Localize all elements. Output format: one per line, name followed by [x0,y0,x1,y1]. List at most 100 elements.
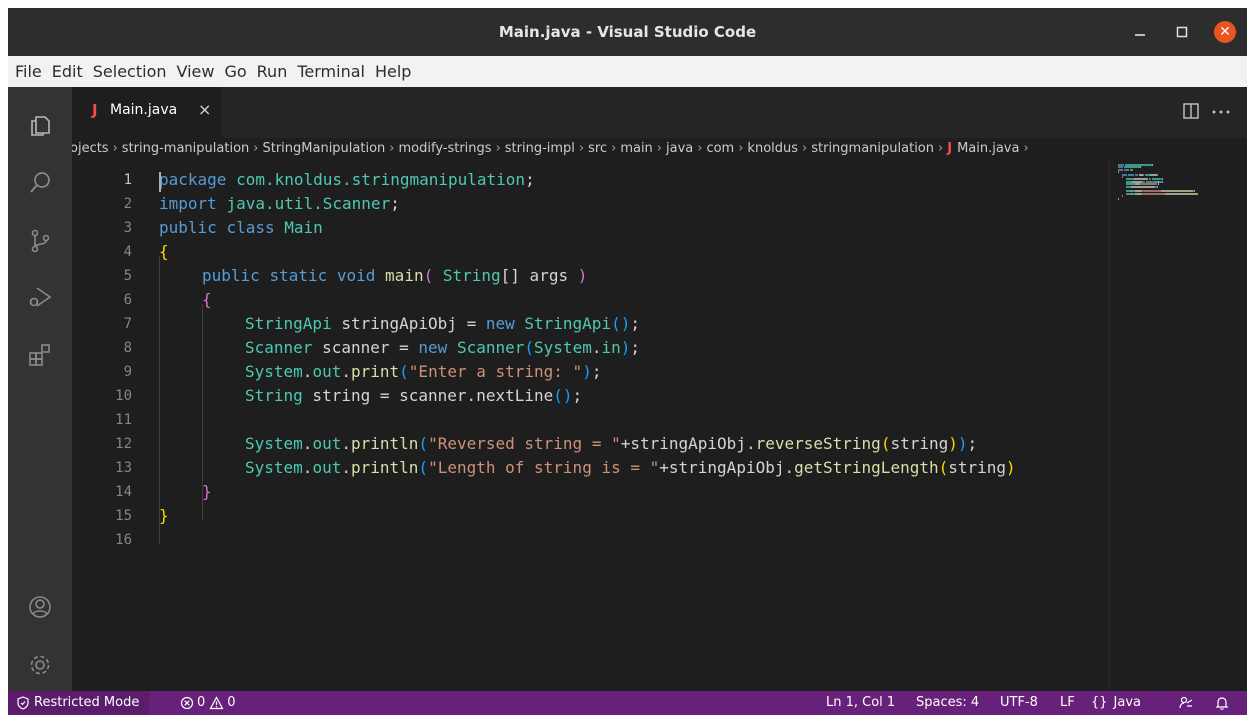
minimap-line [1118,197,1119,200]
minimap-line [1156,185,1158,188]
code-token: . [341,434,351,453]
minimap-line [1158,183,1160,186]
eol-setting[interactable]: LF [1060,691,1075,715]
breadcrumb: ojects › string-manipulation › StringManipul… [72,138,1247,160]
vscode-window: Main.java - Visual Studio Code ✕ File Ed… [8,8,1247,715]
breadcrumb-item[interactable]: src [588,141,607,156]
tab-bar: J Main.java × [72,87,1247,138]
code-token: Scanner [245,338,313,357]
code-token: public [159,218,217,237]
minimize-button[interactable] [1126,18,1154,46]
code-line: StringApi stringApiObj = new StringApi()… [245,312,640,336]
code-token: reverseString [755,434,881,453]
code-line: public class Main [159,216,323,240]
breadcrumb-separator: › [697,141,703,156]
feedback-button[interactable] [1178,691,1194,715]
minimap-line [1152,164,1154,166]
line-number: 8 [123,340,132,356]
minimap[interactable] [1109,160,1247,691]
cursor-position[interactable]: Ln 1, Col 1 [826,691,895,715]
source-control-button[interactable] [20,221,60,261]
problems-indicator[interactable]: 0 0 [180,691,236,715]
menu-file[interactable]: File [10,56,47,87]
line-number: 12 [115,436,132,452]
window-title: Main.java - Visual Studio Code [498,23,757,41]
code-token: . [302,434,313,453]
breadcrumb-item[interactable]: stringmanipulation [811,141,934,156]
breadcrumb-item[interactable]: StringManipulation [262,141,385,156]
breadcrumb-item[interactable]: com [706,141,734,156]
extensions-button[interactable] [20,335,60,375]
indentation-setting[interactable]: Spaces: 4 [916,691,979,715]
code-token: string [948,458,1007,477]
notifications-button[interactable] [1214,691,1230,715]
code-token: ; [572,386,583,405]
breadcrumb-item[interactable]: java [666,141,693,156]
run-debug-icon [29,287,52,307]
code-token: . [341,362,351,381]
code-token: new [418,338,448,357]
code-line: import java.util.Scanner; [159,192,400,216]
line-number: 1 [123,172,132,188]
restricted-mode-indicator[interactable]: Restricted Mode [8,691,150,715]
menu-terminal[interactable]: Terminal [292,56,370,87]
minimap-line [1128,173,1134,176]
code-token: System [534,338,592,357]
code-line: System.out.println("Length of string is … [245,456,1016,480]
explorer-button[interactable] [20,105,60,145]
source-control-icon [31,229,50,253]
menu-help[interactable]: Help [370,56,416,87]
run-debug-button[interactable] [20,277,60,317]
code-token: { [159,242,169,261]
manage-gear-icon [30,655,50,675]
menu-view[interactable]: View [172,56,220,87]
breadcrumb-item[interactable]: string-manipulation [122,141,249,156]
java-file-icon: J [92,101,98,119]
code-editor[interactable]: 1 2 3 4 5 6 7 8 9 10 11 12 13 14 15 16 package com.knol… [72,160,1109,691]
menu-go[interactable]: Go [219,56,251,87]
breadcrumb-item[interactable]: Main.java [957,141,1019,156]
search-button[interactable] [20,163,60,203]
code-token: string = scanner.nextLine [302,386,554,405]
code-token: scanner = [312,338,419,357]
more-actions-button[interactable] [1210,102,1232,124]
minimap-line [1177,192,1191,195]
error-icon [180,696,194,710]
maximize-button[interactable] [1168,18,1196,46]
menu-edit[interactable]: Edit [47,56,88,87]
code-token: ; [630,314,640,333]
text-cursor [159,172,161,192]
menu-bar: File Edit Selection View Go Run Terminal… [8,56,1247,87]
breadcrumb-item[interactable]: knoldus [747,141,798,156]
tab-main-java[interactable]: J Main.java × [72,87,222,138]
menu-run[interactable]: Run [252,56,293,87]
account-button[interactable] [20,587,60,627]
code-token: public [202,266,260,285]
split-editor-button[interactable] [1182,102,1200,124]
breadcrumb-separator: › [938,141,944,156]
bell-icon [1215,697,1229,710]
code-token: ( [880,434,891,453]
breadcrumb-item[interactable]: ojects [72,141,109,156]
code-token: main [385,266,424,285]
code-token: System [245,362,303,381]
manage-button[interactable] [20,645,60,685]
code-token: stringApiObj = [331,314,486,333]
breadcrumb-item[interactable]: string-impl [505,141,575,156]
close-window-button[interactable]: ✕ [1211,18,1239,46]
language-mode[interactable]: {} Java [1091,691,1141,715]
error-count: 0 [197,695,206,710]
code-token: +stringApiObj. [659,458,795,477]
encoding-setting[interactable]: UTF-8 [1000,691,1038,715]
breadcrumb-item[interactable]: modify-strings [398,141,491,156]
code-token: ; [591,362,602,381]
breadcrumb-separator: › [656,141,662,156]
language-braces-icon: {} [1091,695,1108,710]
menu-selection[interactable]: Selection [88,56,172,87]
title-bar: Main.java - Visual Studio Code ✕ [8,8,1247,56]
code-token: System [245,458,303,477]
shield-icon [17,696,29,710]
tab-close-icon[interactable]: × [198,100,211,119]
breadcrumb-item[interactable]: main [620,141,652,156]
